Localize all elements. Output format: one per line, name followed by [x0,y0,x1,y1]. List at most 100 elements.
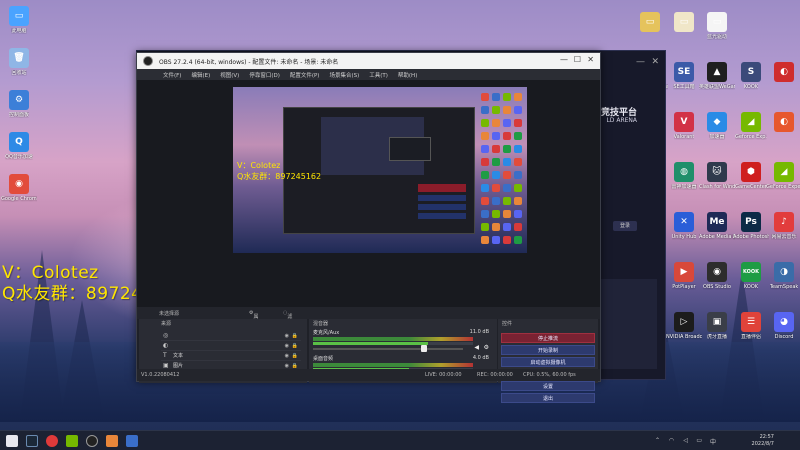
close-icon[interactable]: ✕ [651,57,659,67]
control-button[interactable]: 开始录制 [501,345,595,355]
chevron-up-icon[interactable]: ⌃ [655,437,660,444]
minimize-icon[interactable]: — [636,57,645,67]
preview-app-icon [481,223,489,231]
preview-qq-text: Q水友群：897245162 [237,172,322,181]
desktop-icon[interactable]: ✕ Unity Hub [667,212,701,240]
eye-icon[interactable]: ◉ [285,333,289,339]
menu-item[interactable]: 工具(T) [369,71,388,79]
control-button[interactable]: 退出 [501,393,595,403]
desktop-icon[interactable]: ◕ Discord [767,312,800,340]
volume-icon[interactable]: ◁ [683,437,688,444]
login-button[interactable]: 登录 [613,221,637,231]
desktop-icon-label: Clash for Windows [699,184,735,190]
lock-icon[interactable]: 🔒 [292,343,298,349]
maximize-icon[interactable]: ☐ [574,55,581,64]
app-icon: ⬢ [741,162,761,182]
desktop-icon[interactable]: Ps Adobe Photoshop 2023 [733,212,769,240]
volume-meter-level [313,342,473,345]
start-icon[interactable] [6,435,18,447]
app-icon: ▭ [707,12,727,32]
lock-icon[interactable]: 🔒 [292,333,298,339]
desktop-icon[interactable]: ▷ NVIDIA Broadcast [666,312,702,340]
desktop-icon[interactable]: ◑ TeamSpeak [767,262,800,290]
source-row[interactable]: ◐ ◉ 🔒 [161,341,301,351]
lock-icon[interactable]: 🔒 [292,363,298,369]
app-taskbar-icon[interactable] [106,435,118,447]
preview-app-icon [503,106,511,114]
control-button[interactable]: 启动虚拟摄像机 [501,357,595,367]
minimize-icon[interactable]: — [560,55,568,64]
preview-canvas[interactable]: V：Colotez Q水友群：897245162 [233,87,527,253]
desktop-icon[interactable]: S KOOK [734,62,768,90]
desktop-icon[interactable]: ◐ [767,112,800,134]
app-taskbar-icon[interactable] [126,435,138,447]
battery-icon[interactable]: ▭ [696,437,702,444]
volume-meter [313,363,473,367]
ime-icon[interactable]: 中 [710,437,716,446]
desktop-icon[interactable]: ◐ [767,62,800,84]
obs-status-bar: V1.0.22080412 LIVE: 00:00:00 REC: 00:00:… [137,369,600,381]
desktop-icon[interactable]: ◢ Geforce Exp. [734,112,768,140]
menu-item[interactable]: 文件(F) [163,71,181,79]
desktop-icon[interactable]: V Valorant [667,112,701,140]
menu-item[interactable]: 停靠窗口(D) [249,71,280,79]
menu-item[interactable]: 帮助(H) [398,71,417,79]
desktop-icon[interactable]: ◆ 加速器 [700,112,734,140]
menu-item[interactable]: 编辑(E) [191,71,210,79]
desktop-icon[interactable]: ⬢ GameCenter [734,162,768,190]
properties-button[interactable]: ⚙ 属性 [249,310,259,327]
menu-item[interactable]: 视图(V) [220,71,239,79]
desktop-icon[interactable]: ▶ PotPlayer [667,262,701,290]
desktop-icon[interactable]: ♪ 网易云音乐 [767,212,800,240]
preview-app-icon [481,106,489,114]
desktop-icon[interactable]: ◉ OBS Studio [700,262,734,290]
desktop-icon[interactable]: Q QQ音乐加速 [2,132,36,160]
wifi-icon[interactable]: ◠ [669,437,674,444]
obs-title-bar[interactable]: OBS 27.2.4 (64-bit, windows) - 配置文件: 未命名… [137,53,600,69]
eye-icon[interactable]: ◉ [285,353,289,359]
lock-icon[interactable]: 🔒 [292,353,298,359]
desktop-icon[interactable]: 🗑 回收站 [2,48,36,76]
eye-icon[interactable]: ◉ [285,343,289,349]
desktop-icon[interactable]: Me Adobe Media Encoder [699,212,735,240]
desktop-icon[interactable]: ▣ 虎牙直播 [700,312,734,340]
menu-item[interactable]: 配置文件(P) [290,71,320,79]
volume-slider-knob[interactable] [421,345,427,352]
desktop-icon[interactable]: ▭ 此电脑 [2,6,36,34]
desktop-icon[interactable]: 🐱 Clash for Windows [699,162,735,190]
geforce-icon[interactable] [66,435,78,447]
filters-button[interactable]: ◌ 滤镜 [283,310,292,327]
desktop-icon[interactable]: ⚙ 控制面板 [2,90,36,118]
preview-app-icon [503,145,511,153]
desktop-icon[interactable]: ☰ 直播伴侣 [734,312,768,340]
eye-icon[interactable]: ◉ [285,363,289,369]
control-button[interactable]: 设置 [501,381,595,391]
steam-icon[interactable] [26,435,38,447]
menu-item[interactable]: 场景集合(S) [329,71,359,79]
taskbar-clock[interactable]: 22:57 2022/8/7 [752,434,774,448]
gear-icon[interactable]: ⚙ [484,344,489,351]
source-row[interactable]: T 文本 ◉ 🔒 [161,351,301,361]
desktop-icon[interactable]: SE SE工具箱 [667,62,701,90]
desktop-icon[interactable]: ▭ [633,12,667,34]
source-row[interactable]: ◎ ◉ 🔒 [161,331,301,341]
desktop-icon[interactable]: ▲ 英雄联盟WeGame [699,62,735,90]
desktop-icon[interactable]: ◍ 雷神加速器 [667,162,701,190]
clock-time: 22:57 [759,434,774,440]
desktop-icon[interactable]: ◢ GeForce Experience [766,162,800,190]
speaker-icon[interactable]: ◀ [474,344,479,351]
control-button[interactable]: 停止推流 [501,333,595,343]
desktop-icon[interactable]: ▭ 蓝光驱动 [700,12,734,40]
desktop-icon[interactable]: ▭ [667,12,701,34]
live-timer: LIVE: 00:00:00 [425,372,462,378]
desktop-icon-label: 回收站 [11,70,27,76]
preview-app-icon [481,171,489,179]
desktop-icon[interactable]: KOOK KOOK [734,262,768,290]
obs-taskbar-icon[interactable] [86,435,98,447]
close-icon[interactable]: ✕ [587,55,594,64]
volume-slider[interactable] [313,348,463,350]
preview-app-icon [514,171,522,179]
desktop-icon[interactable]: ◉ Google Chrome [1,174,37,202]
dock-headers: 未选择源 ⚙ 属性 ◌ 滤镜 [137,307,600,327]
netease-music-icon[interactable] [46,435,58,447]
